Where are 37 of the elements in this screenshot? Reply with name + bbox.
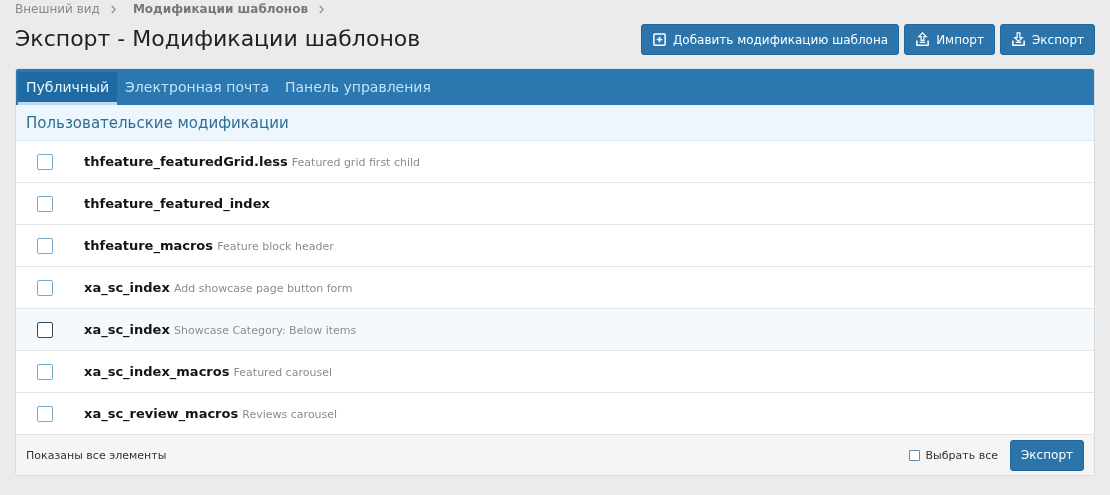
list-row[interactable]: thfeature_macros Feature block header [16,225,1094,267]
row-label: xa_sc_index_macros Featured carousel [84,364,332,379]
list-row[interactable]: xa_sc_index_macros Featured carousel [16,351,1094,393]
status-text: Показаны все элементы [26,448,167,462]
checkbox[interactable] [37,195,53,212]
select-all-checkbox[interactable]: Выбрать все [908,448,998,462]
chevron-icon [318,4,325,14]
row-label: xa_sc_index Add showcase page button form [84,280,353,295]
checkbox[interactable] [37,237,53,254]
row-label: thfeature_featuredGrid.less Featured grid first child [84,154,421,169]
checkbox[interactable] [37,363,53,380]
row-label: xa_sc_index Showcase Category: Below items [84,322,357,337]
list-row[interactable]: xa_sc_index Showcase Category: Below items [16,309,1094,351]
checkbox[interactable] [37,279,53,296]
breadcrumb-link[interactable]: Внешний вид [15,2,100,16]
chevron-icon [109,4,117,14]
tab[interactable]: Публичный [18,72,118,105]
checkbox[interactable] [37,153,53,170]
export-button[interactable]: Экспорт [1009,439,1084,471]
checkbox[interactable] [37,321,53,338]
list-row[interactable]: thfeature_featured_index [16,183,1094,225]
import-button[interactable]: Импорт [904,24,995,55]
list-row[interactable]: thfeature_featuredGrid.less Featured grid first child [16,141,1094,183]
page-title: Экспорт - Модификации шаблонов [15,26,421,51]
section-title: Пользовательские модификации [26,113,289,132]
plus-square-icon [651,32,667,47]
row-label: xa_sc_review_macros Reviews carousel [84,406,338,421]
row-label: thfeature_macros Feature block header [84,238,334,253]
tab[interactable]: Панель управления [276,72,439,105]
add-button[interactable]: Добавить модификацию шаблона [640,24,900,55]
checkbox[interactable] [37,405,53,422]
upload-tray-icon [915,32,931,47]
download-tray-icon [1010,32,1026,47]
breadcrumb-link[interactable]: Модификации шаблонов [132,2,308,16]
export-button[interactable]: Экспорт [999,24,1095,55]
tab[interactable]: Электронная почта [117,72,277,105]
row-label: thfeature_featured_index [84,196,270,211]
